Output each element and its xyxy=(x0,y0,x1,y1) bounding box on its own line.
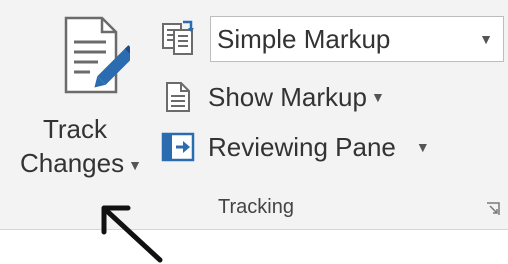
reviewing-pane-dropdown-arrow[interactable]: ▼ xyxy=(416,139,430,155)
show-markup-dropdown-arrow[interactable]: ▼ xyxy=(371,89,385,105)
track-changes-label-text: Changes xyxy=(20,148,125,178)
chevron-down-icon[interactable]: ▼ xyxy=(479,31,503,47)
markup-display-select[interactable]: Simple Markup ▼ xyxy=(210,16,504,62)
markup-display-value: Simple Markup xyxy=(217,23,391,54)
track-changes-label-line2: Changes ▼ xyxy=(20,148,170,179)
pointer-arrow-icon xyxy=(101,205,163,263)
dialog-launcher-icon[interactable] xyxy=(486,202,500,216)
show-markup-button[interactable]: Show Markup ▼ xyxy=(160,75,385,119)
tracking-group: Track Changes ▼ Simple Markup ▼ Show Mar… xyxy=(0,0,508,230)
show-markup-label: Show Markup xyxy=(208,81,367,112)
reviewing-pane-icon xyxy=(160,129,196,165)
group-label: Tracking xyxy=(218,196,294,218)
track-changes-label-line1: Track xyxy=(42,114,108,144)
track-changes-icon xyxy=(64,16,130,94)
display-for-review-icon xyxy=(160,20,196,56)
track-changes-button[interactable]: Track Changes ▼ xyxy=(14,8,154,186)
show-markup-icon xyxy=(160,79,196,115)
display-for-review-row xyxy=(160,16,196,60)
track-changes-dropdown-arrow[interactable]: ▼ xyxy=(128,157,142,173)
reviewing-pane-button[interactable]: Reviewing Pane ▼ xyxy=(160,125,430,169)
reviewing-pane-label: Reviewing Pane xyxy=(208,131,396,162)
